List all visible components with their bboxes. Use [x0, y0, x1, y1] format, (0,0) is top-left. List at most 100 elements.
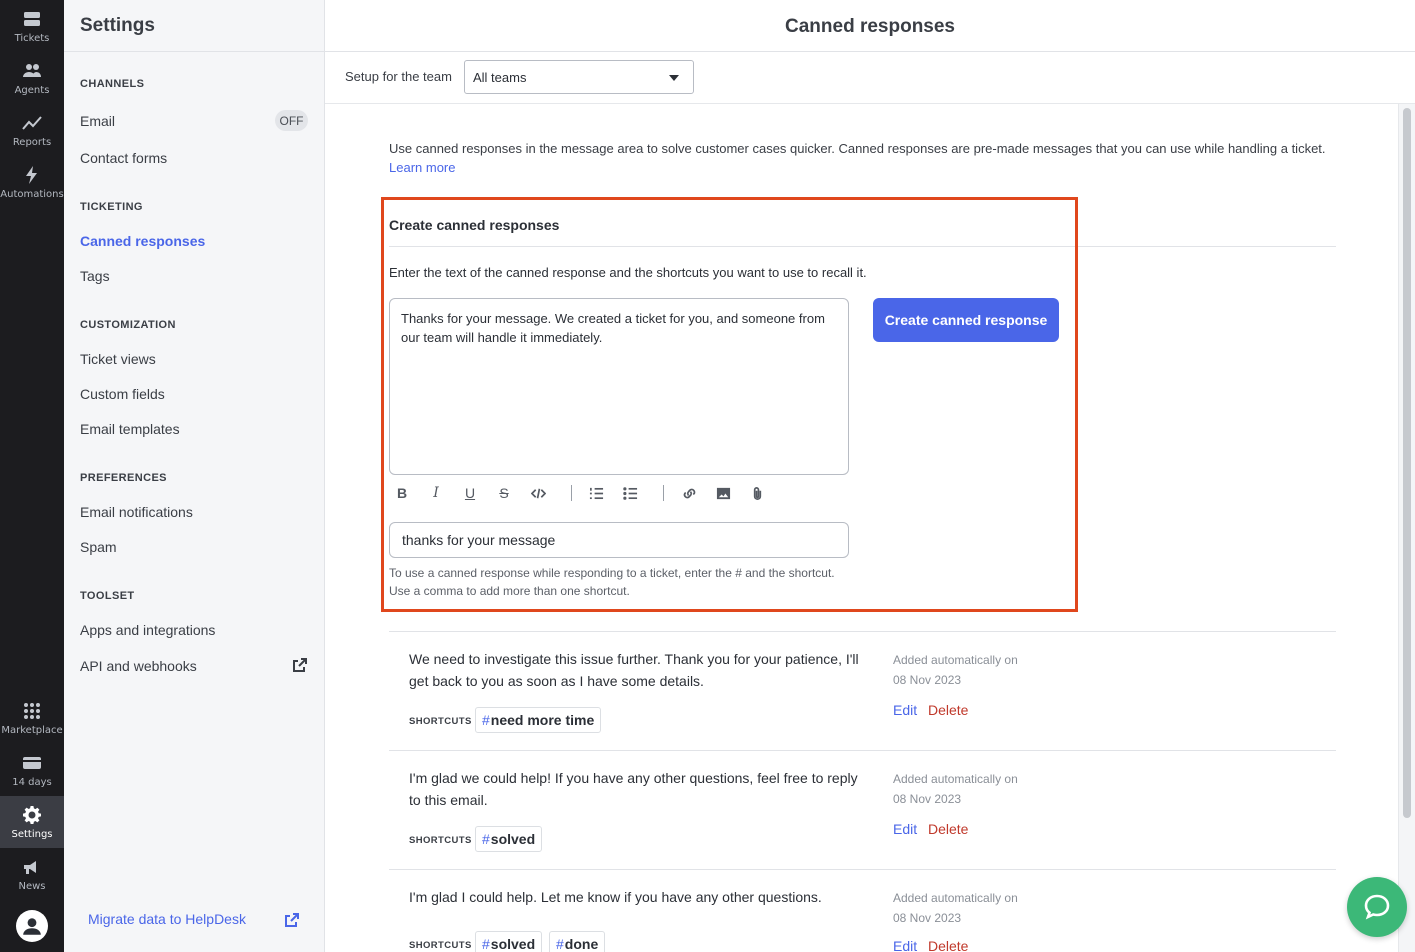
- delete-link[interactable]: Delete: [928, 938, 968, 952]
- agents-icon: [21, 60, 43, 82]
- team-label: Setup for the team: [345, 69, 452, 84]
- list-item: I'm glad we could help! If you have any …: [389, 750, 1336, 869]
- gear-icon: [21, 804, 43, 826]
- hash-symbol: #: [556, 936, 564, 952]
- migrate-external-link-icon[interactable]: [285, 913, 299, 927]
- shortcut-chip[interactable]: # solved: [475, 826, 543, 852]
- shortcut-chip[interactable]: # solved: [475, 931, 543, 952]
- rail-agents-label: Agents: [14, 85, 50, 96]
- section-toolset: TOOLSET: [80, 590, 135, 602]
- meta-line-2: 08 Nov 2023: [893, 673, 962, 687]
- meta-line-1: Added automatically on: [893, 891, 1018, 905]
- shortcut-chip-label: solved: [490, 831, 536, 847]
- email-off-badge[interactable]: OFF: [275, 110, 308, 131]
- main-content: Canned responses Setup for the team All …: [325, 0, 1415, 952]
- rail-tickets[interactable]: Tickets: [0, 0, 64, 52]
- rail-settings-label: Settings: [11, 829, 53, 840]
- sidebar-item-api-webhooks[interactable]: API and webhooks: [80, 658, 197, 674]
- sidebar-item-custom-fields[interactable]: Custom fields: [80, 386, 165, 402]
- rail-automations[interactable]: Automations: [0, 156, 64, 208]
- grid-icon: [21, 700, 43, 722]
- shortcut-chip[interactable]: # done: [549, 931, 606, 952]
- sidebar-item-tags[interactable]: Tags: [80, 268, 110, 284]
- rail-reports[interactable]: Reports: [0, 104, 64, 156]
- page-title: Canned responses: [785, 16, 955, 37]
- tickets-icon: [21, 8, 43, 30]
- rail-agents[interactable]: Agents: [0, 52, 64, 104]
- section-ticketing: TICKETING: [80, 201, 143, 213]
- team-select-value: All teams: [473, 70, 527, 85]
- icon-rail: Tickets Agents Reports Automations Marke…: [0, 0, 64, 952]
- shortcut-chip-label: done: [564, 936, 599, 952]
- intro-text: Use canned responses in the message area…: [389, 141, 1326, 156]
- hash-symbol: #: [482, 831, 490, 847]
- sidebar-item-contact-forms[interactable]: Contact forms: [80, 150, 167, 166]
- edit-link[interactable]: Edit: [893, 702, 917, 718]
- rail-trial-label: 14 days: [12, 777, 52, 788]
- response-text: I'm glad I could help. Let me know if yo…: [409, 889, 822, 905]
- list-item: I'm glad I could help. Let me know if yo…: [389, 869, 1336, 952]
- sidebar-item-email-notifications[interactable]: Email notifications: [80, 504, 193, 520]
- list-item: We need to investigate this issue furthe…: [389, 631, 1336, 750]
- meta-line-1: Added automatically on: [893, 772, 1018, 786]
- rail-trial[interactable]: 14 days: [0, 744, 64, 796]
- chat-widget-button[interactable]: [1347, 877, 1407, 937]
- sidebar-item-canned-responses[interactable]: Canned responses: [80, 233, 205, 249]
- sidebar-item-spam[interactable]: Spam: [80, 539, 117, 555]
- section-channels: CHANNELS: [80, 78, 145, 90]
- shortcuts-label: SHORTCUTS: [409, 940, 472, 951]
- rail-marketplace[interactable]: Marketplace: [0, 692, 64, 744]
- avatar[interactable]: [16, 910, 48, 942]
- rail-news[interactable]: News: [0, 848, 64, 900]
- hash-symbol: #: [482, 712, 490, 728]
- chat-bubble-icon: [1364, 894, 1390, 920]
- rail-marketplace-label: Marketplace: [1, 725, 63, 736]
- section-preferences: PREFERENCES: [80, 472, 167, 484]
- user-icon: [23, 918, 41, 935]
- reports-icon: [21, 112, 43, 134]
- edit-link[interactable]: Edit: [893, 938, 917, 952]
- sidebar-item-email[interactable]: Email: [80, 113, 115, 129]
- delete-link[interactable]: Delete: [928, 702, 968, 718]
- rail-automations-label: Automations: [0, 189, 64, 200]
- caret-down-icon: [669, 75, 679, 81]
- shortcuts-label: SHORTCUTS: [409, 716, 472, 727]
- external-link-icon[interactable]: [293, 658, 307, 672]
- migrate-link[interactable]: Migrate data to HelpDesk: [88, 911, 246, 927]
- scrollbar-thumb[interactable]: [1403, 108, 1411, 818]
- delete-link[interactable]: Delete: [928, 821, 968, 837]
- response-text: I'm glad we could help! If you have any …: [409, 770, 858, 808]
- shortcuts-label: SHORTCUTS: [409, 835, 472, 846]
- shortcut-chip-label: need more time: [490, 712, 595, 728]
- shortcut-chip-label: solved: [490, 936, 536, 952]
- response-meta: Added automatically on 08 Nov 2023: [893, 888, 1073, 928]
- rail-settings[interactable]: Settings: [0, 796, 64, 848]
- settings-sidebar: Settings CHANNELS Email OFF Contact form…: [64, 0, 325, 952]
- lightning-icon: [21, 164, 43, 186]
- meta-line-2: 08 Nov 2023: [893, 911, 962, 925]
- sidebar-item-ticket-views[interactable]: Ticket views: [80, 351, 156, 367]
- highlight-annotation-box: [381, 197, 1078, 612]
- response-meta: Added automatically on 08 Nov 2023: [893, 769, 1073, 809]
- megaphone-icon: [21, 856, 43, 878]
- edit-link[interactable]: Edit: [893, 821, 917, 837]
- learn-more-link[interactable]: Learn more: [389, 160, 455, 175]
- scrollbar[interactable]: [1398, 104, 1415, 952]
- hash-symbol: #: [482, 936, 490, 952]
- shortcut-chip[interactable]: # need more time: [475, 707, 602, 733]
- sidebar-divider: [64, 51, 324, 52]
- sidebar-title: Settings: [80, 15, 155, 36]
- header-divider: [325, 51, 1415, 52]
- sidebar-item-email-templates[interactable]: Email templates: [80, 421, 180, 437]
- rail-reports-label: Reports: [12, 137, 52, 148]
- rail-news-label: News: [18, 881, 46, 892]
- response-meta: Added automatically on 08 Nov 2023: [893, 650, 1073, 690]
- meta-line-2: 08 Nov 2023: [893, 792, 962, 806]
- sidebar-item-apps-integrations[interactable]: Apps and integrations: [80, 622, 215, 638]
- rail-tickets-label: Tickets: [14, 33, 50, 44]
- section-customization: CUSTOMIZATION: [80, 319, 176, 331]
- team-select[interactable]: All teams: [464, 60, 694, 94]
- meta-line-1: Added automatically on: [893, 653, 1018, 667]
- card-icon: [21, 752, 43, 774]
- content-divider: [325, 103, 1415, 104]
